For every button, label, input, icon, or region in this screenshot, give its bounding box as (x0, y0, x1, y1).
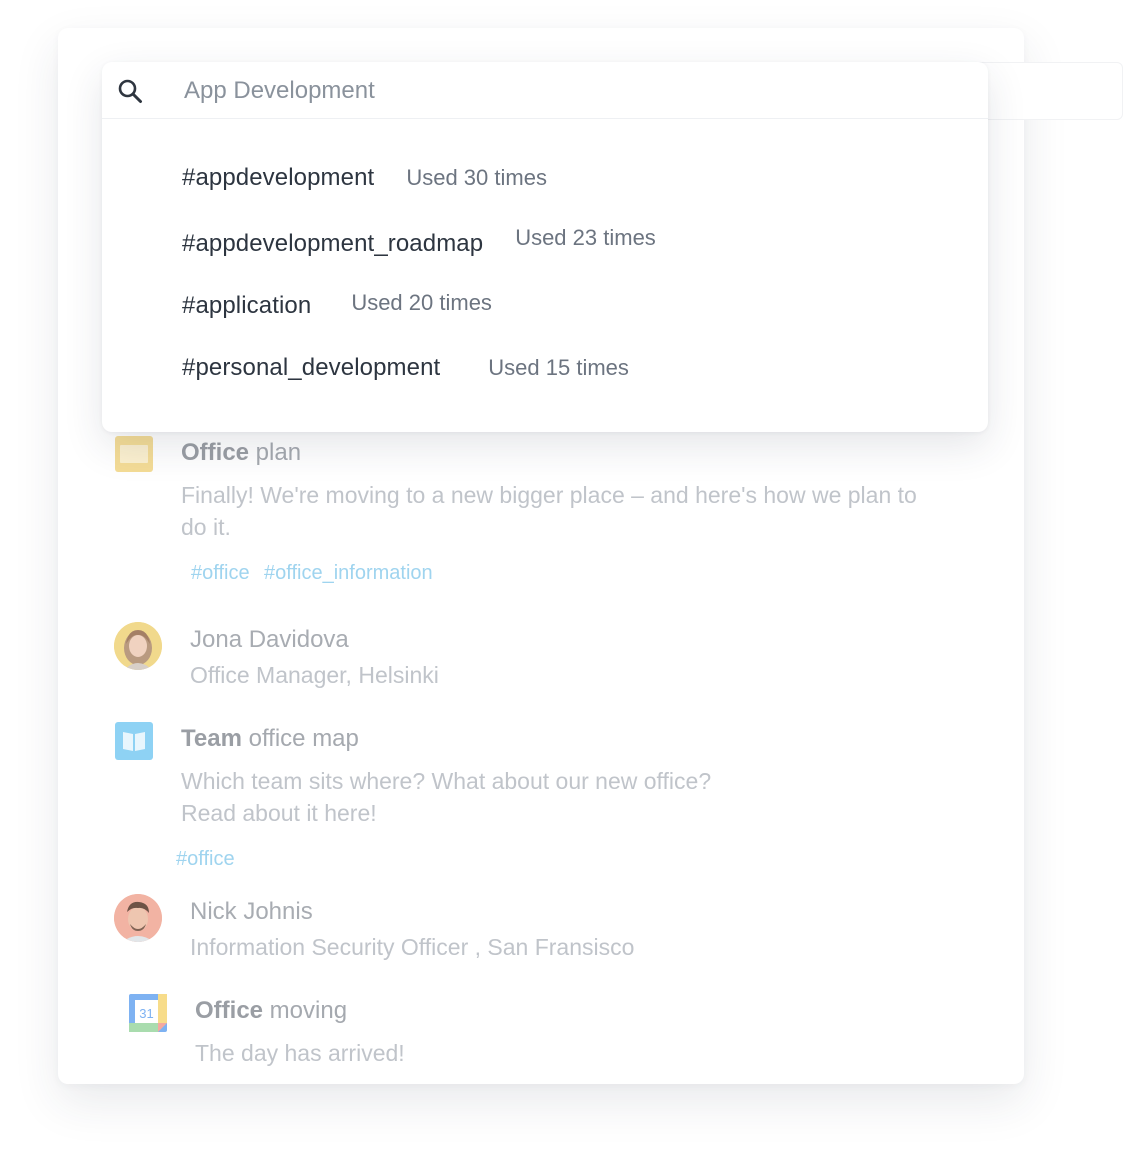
result-tags: #office #office_information (191, 562, 433, 585)
search-input[interactable] (184, 72, 944, 110)
result-tags: #office (176, 848, 235, 871)
person-role: Information Security Officer , San Frans… (190, 934, 635, 960)
hashtag-link[interactable]: #office (191, 562, 250, 584)
suggestion-tag: #application (182, 292, 312, 319)
calendar-icon: 31 (129, 994, 167, 1032)
person-name[interactable]: Nick Johnis (190, 898, 313, 926)
result-title-rest: plan (249, 439, 302, 466)
suggestion-item[interactable]: #appdevelopment Used 30 times (182, 158, 547, 198)
suggestion-item[interactable]: #application Used 20 times (182, 284, 492, 324)
result-title-bold: Office (195, 997, 264, 1024)
hashtag-link[interactable]: #office (176, 848, 235, 870)
result-title-bold: Team (181, 725, 242, 752)
person-role: Office Manager, Helsinki (190, 662, 439, 688)
avatar[interactable] (114, 622, 162, 670)
result-title-office-plan[interactable]: Office plan (181, 439, 301, 467)
suggestion-tag: #appdevelopment_roadmap (182, 230, 484, 257)
result-title-office-moving[interactable]: Office moving (195, 997, 347, 1025)
result-description: The day has arrived! (195, 1040, 405, 1066)
result-title-bold: Office (181, 439, 250, 466)
person-name[interactable]: Jona Davidova (190, 626, 349, 654)
suggestion-tag: #appdevelopment (182, 164, 375, 191)
search-icon (118, 79, 142, 103)
book-icon (115, 722, 153, 760)
suggestion-tag: #personal_development (182, 354, 441, 381)
suggestion-usage-count: Used 15 times (488, 355, 629, 380)
slides-icon (115, 436, 153, 472)
result-title-team-office-map[interactable]: Team office map (181, 725, 359, 753)
result-description-line: Which team sits where? What about our ne… (181, 768, 712, 794)
result-title-rest: office map (241, 725, 359, 752)
suggestion-item[interactable]: #appdevelopment_roadmap Used 23 times (182, 220, 656, 260)
search-bar[interactable] (102, 62, 988, 119)
result-description: Finally! We're moving to a new bigger pl… (181, 482, 917, 540)
suggestion-usage-count: Used 20 times (351, 290, 492, 315)
suggestion-usage-count: Used 30 times (406, 165, 547, 190)
suggestion-item[interactable]: #personal_development Used 15 times (182, 348, 629, 388)
result-description-line: Read about it here! (181, 800, 377, 826)
calendar-day: 31 (139, 1006, 153, 1021)
hashtag-link[interactable]: #office_information (264, 562, 433, 584)
hashtag-autocomplete-dropdown: #appdevelopment Used 30 times #appdevelo… (102, 62, 988, 432)
result-title-rest: moving (263, 997, 348, 1024)
suggestion-usage-count: Used 23 times (515, 225, 656, 250)
avatar[interactable] (114, 894, 162, 942)
